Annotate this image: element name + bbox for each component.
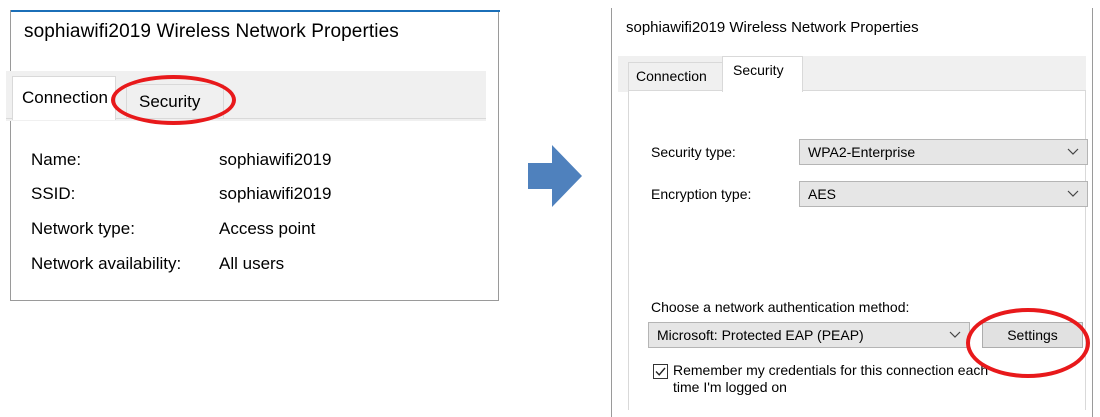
left-tab-connection[interactable]: Connection (12, 76, 116, 120)
remember-credentials-checkbox[interactable] (653, 364, 668, 379)
window-accent-line (11, 10, 500, 12)
settings-button-highlight-circle (966, 308, 1090, 378)
security-type-dropdown[interactable]: WPA2-Enterprise (799, 139, 1088, 165)
security-tab-highlight-circle (111, 75, 236, 125)
security-type-label: Security type: (651, 144, 736, 160)
property-key: Name: (31, 150, 82, 169)
property-value: sophiawifi2019 (219, 150, 332, 169)
property-value: sophiawifi2019 (219, 184, 332, 203)
remember-credentials-line2: time I'm logged on (673, 379, 787, 395)
property-row-network-type: Network type: Access point (31, 219, 411, 243)
remember-credentials-label: Remember my credentials for this connect… (673, 362, 988, 396)
property-key: Network availability: (31, 254, 182, 273)
chevron-down-icon (1067, 143, 1079, 159)
property-key: Network type: (31, 219, 135, 238)
chevron-down-icon (949, 326, 961, 342)
property-value: All users (219, 254, 285, 273)
property-row-ssid: SSID: sophiawifi2019 (31, 184, 411, 208)
property-value: Access point (219, 219, 316, 238)
security-type-value: WPA2-Enterprise (808, 144, 916, 160)
right-window-title: sophiawifi2019 Wireless Network Properti… (626, 19, 919, 36)
property-row-network-availability: Network availability: All users (31, 254, 411, 278)
arrow-right-icon (528, 145, 582, 207)
encryption-type-label: Encryption type: (651, 186, 752, 202)
auth-method-label: Choose a network authentication method: (651, 299, 910, 315)
encryption-type-value: AES (808, 186, 837, 202)
right-tab-security[interactable]: Security (722, 56, 803, 92)
checkmark-icon (655, 367, 666, 376)
auth-method-dropdown[interactable]: Microsoft: Protected EAP (PEAP) (648, 322, 970, 348)
right-tab-connection[interactable]: Connection (628, 62, 723, 90)
remember-credentials-line1: Remember my credentials for this connect… (673, 362, 989, 378)
auth-method-value: Microsoft: Protected EAP (PEAP) (657, 327, 864, 343)
property-row-name: Name: sophiawifi2019 (31, 150, 411, 174)
property-key: SSID: (31, 184, 76, 203)
encryption-type-dropdown[interactable]: AES (799, 181, 1088, 207)
chevron-down-icon (1067, 185, 1079, 201)
left-window-title: sophiawifi2019 Wireless Network Properti… (24, 21, 399, 42)
